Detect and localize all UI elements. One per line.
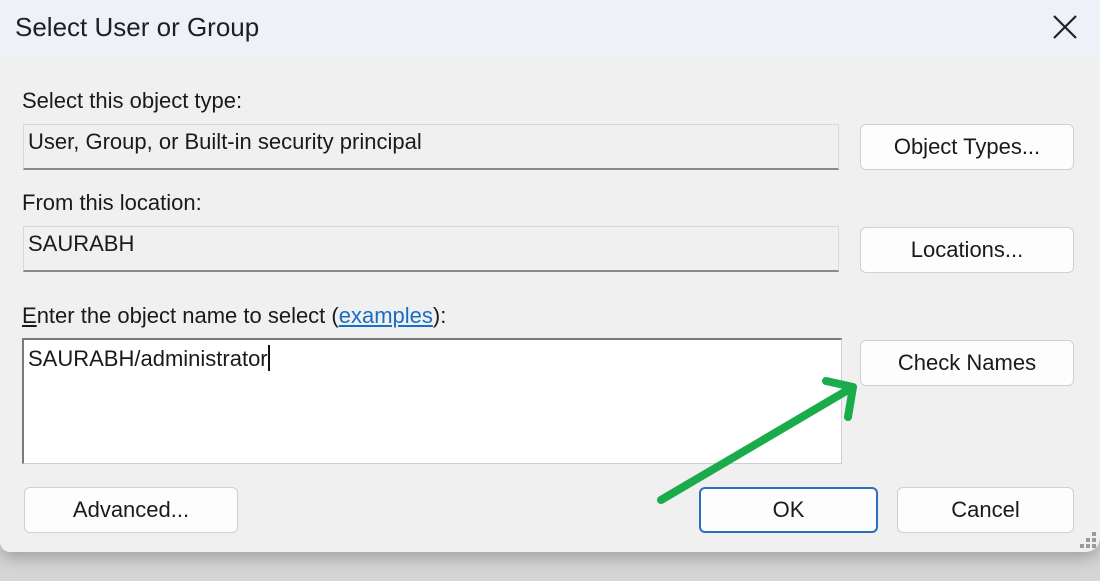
locations-button[interactable]: Locations... <box>860 227 1074 273</box>
object-name-value: SAURABH/administrator <box>28 346 268 371</box>
access-key: E <box>22 303 37 328</box>
dialog-title: Select User or Group <box>15 12 260 42</box>
ok-button[interactable]: OK <box>699 487 878 533</box>
text-caret <box>267 345 270 371</box>
object-name-label: Enter the object name to select (example… <box>22 303 446 329</box>
cancel-button[interactable]: Cancel <box>897 487 1074 533</box>
title-bar: Select User or Group <box>0 0 1100 58</box>
object-name-label-end: ): <box>432 303 447 328</box>
object-type-label: Select this object type: <box>22 88 243 113</box>
advanced-button[interactable]: Advanced... <box>24 487 238 533</box>
location-field: SAURABH <box>23 226 839 272</box>
resize-grip-icon[interactable] <box>1076 528 1098 550</box>
object-name-label-text: nter the object name to select ( <box>36 303 339 328</box>
examples-link[interactable]: examples <box>339 303 433 328</box>
close-button[interactable] <box>1044 8 1086 46</box>
object-types-button[interactable]: Object Types... <box>860 124 1074 170</box>
select-user-or-group-dialog: Select User or Group Select this object … <box>0 0 1100 552</box>
object-name-input[interactable]: SAURABH/administrator <box>22 338 842 464</box>
location-label: From this location: <box>22 190 202 215</box>
close-icon <box>1053 15 1077 39</box>
object-type-field: User, Group, or Built-in security princi… <box>23 124 839 170</box>
check-names-button[interactable]: Check Names <box>860 340 1074 386</box>
